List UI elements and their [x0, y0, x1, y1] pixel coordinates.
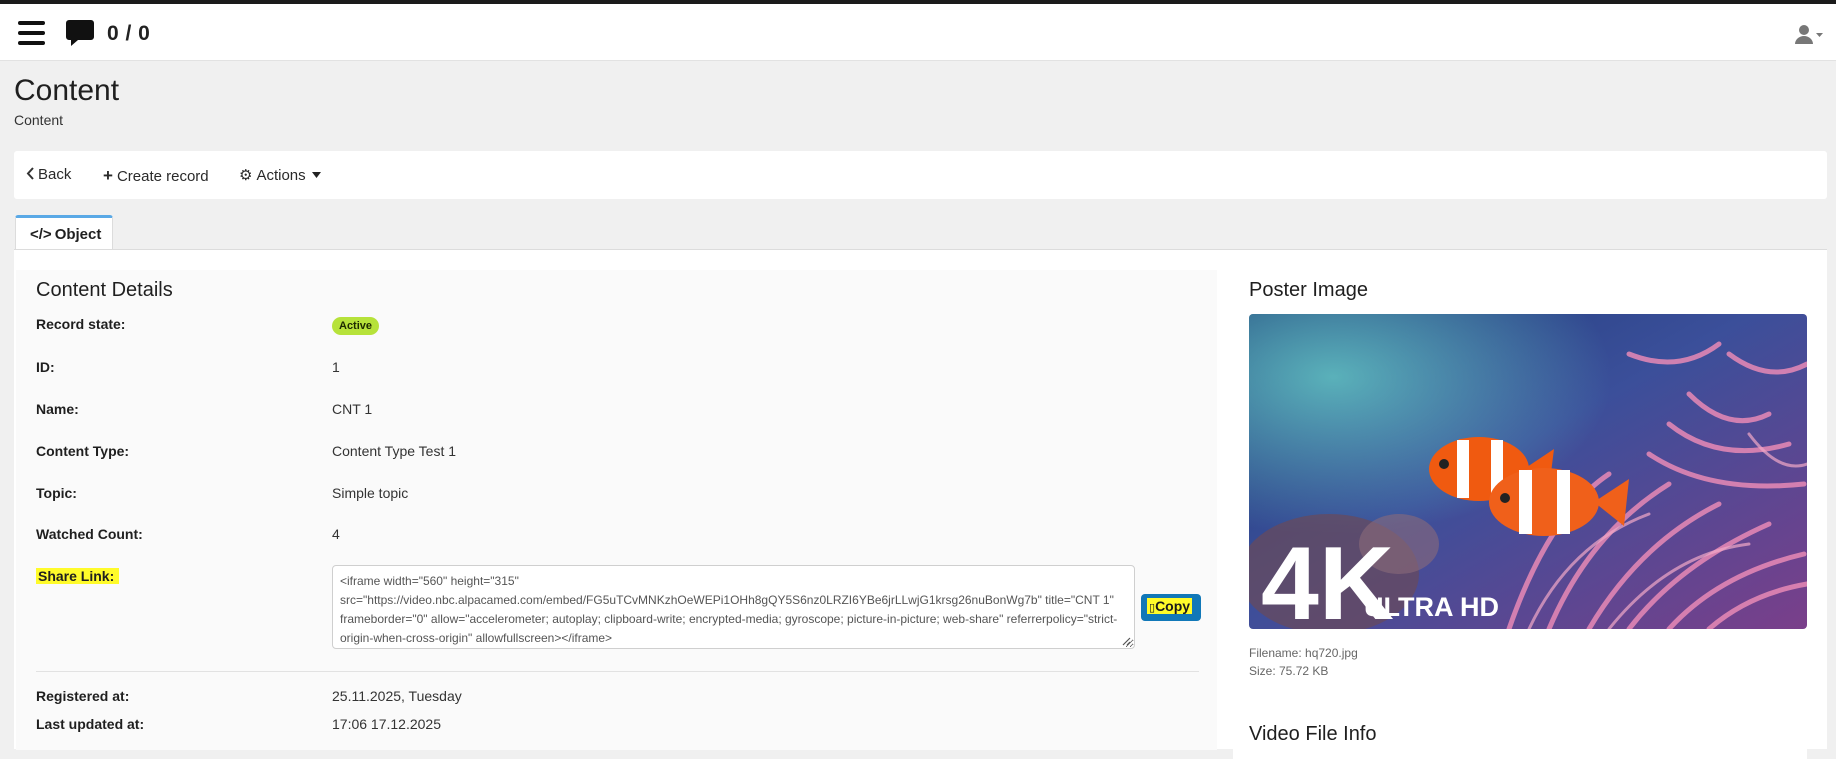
- topic-label: Topic:: [36, 485, 77, 501]
- tab-object[interactable]: </> Object: [15, 215, 113, 250]
- overlay-ultra-hd-text: ULTRA HD: [1364, 592, 1499, 622]
- copy-button[interactable]: ▯Copy: [1141, 594, 1201, 621]
- page-subtitle: Content: [14, 112, 64, 128]
- poster-size: Size: 75.72 KB: [1249, 664, 1329, 678]
- registered-at-label: Registered at:: [36, 688, 130, 704]
- topic-value: Simple topic: [332, 485, 409, 501]
- back-button[interactable]: Back: [26, 166, 71, 183]
- resize-grip-icon[interactable]: [1121, 636, 1131, 646]
- poster-image[interactable]: 4K ULTRA HD: [1249, 314, 1807, 629]
- poster-image-title: Poster Image: [1249, 279, 1368, 301]
- actions-dropdown[interactable]: ⚙ Actions: [239, 166, 321, 184]
- code-icon: </>: [30, 226, 52, 243]
- last-updated-value: 17:06 17.12.2025: [332, 716, 441, 732]
- back-label: Back: [38, 166, 72, 183]
- chat-icon[interactable]: [66, 18, 94, 48]
- caret-down-icon: [311, 172, 321, 178]
- registered-at-value: 25.11.2025, Tuesday: [332, 688, 462, 704]
- poster-filename: Filename: hq720.jpg: [1249, 646, 1358, 660]
- user-menu-icon[interactable]: [1794, 24, 1824, 46]
- chevron-left-icon: [26, 167, 34, 180]
- create-record-button[interactable]: + Create record: [103, 166, 209, 186]
- hamburger-menu-icon[interactable]: [18, 21, 45, 45]
- gear-icon: ⚙: [239, 167, 253, 184]
- action-toolbar: Back + Create record ⚙ Actions: [14, 151, 1827, 199]
- actions-label: Actions: [256, 167, 306, 184]
- message-counter: 0 / 0: [107, 22, 151, 45]
- share-link-label: Share Link:: [36, 568, 120, 584]
- content-type-label: Content Type:: [36, 443, 130, 459]
- section-divider: [36, 671, 1199, 672]
- watched-count-value: 4: [332, 526, 340, 542]
- status-badge: Active: [332, 317, 380, 335]
- page-title: Content: [14, 74, 120, 107]
- name-value: CNT 1: [332, 401, 373, 417]
- last-updated-label: Last updated at:: [36, 716, 145, 732]
- create-record-label: Create record: [116, 168, 209, 185]
- share-link-label-text: Share Link:: [36, 568, 120, 584]
- copy-button-label: ▯Copy: [1147, 598, 1193, 614]
- id-label: ID:: [36, 359, 55, 375]
- plus-icon: +: [103, 166, 113, 185]
- content-type-value: Content Type Test 1: [332, 443, 457, 459]
- top-navbar: 0 / 0: [0, 0, 1836, 61]
- content-details-title: Content Details: [36, 279, 173, 301]
- tab-object-label: Object: [54, 226, 102, 243]
- watched-count-label: Watched Count:: [36, 526, 143, 542]
- content-details-card: [16, 270, 1217, 750]
- record-state-label: Record state:: [36, 316, 126, 332]
- share-link-textarea[interactable]: <iframe width="560" height="315" src="ht…: [332, 565, 1135, 649]
- id-value: 1: [332, 359, 340, 375]
- name-label: Name:: [36, 401, 79, 417]
- poster-image-graphic: 4K ULTRA HD: [1249, 314, 1807, 629]
